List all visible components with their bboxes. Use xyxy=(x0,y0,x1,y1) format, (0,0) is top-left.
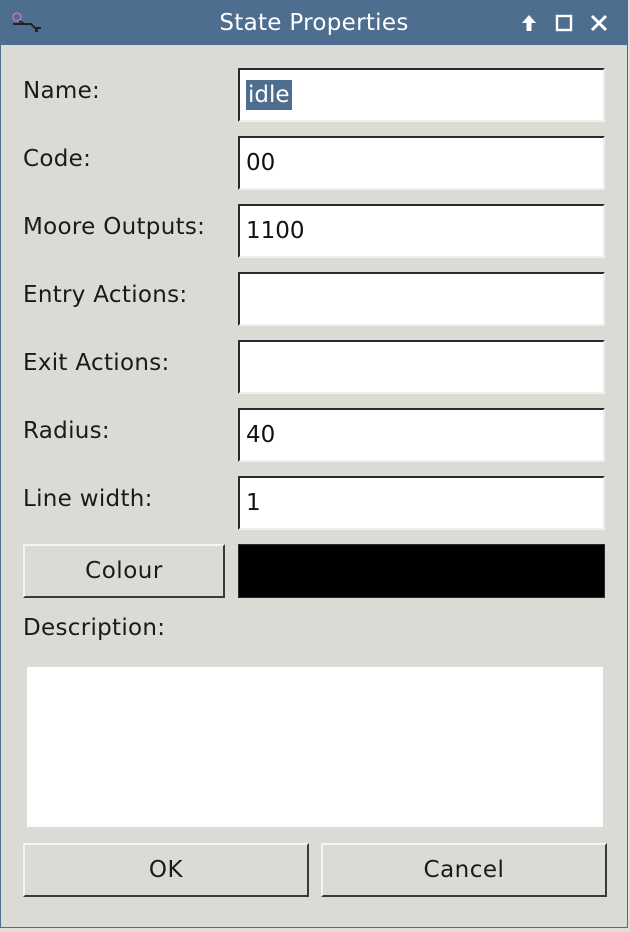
radius-field[interactable]: 40 xyxy=(238,408,605,462)
description-label: Description: xyxy=(23,615,166,641)
colour-button[interactable]: Colour xyxy=(23,544,225,598)
exit-actions-field[interactable] xyxy=(238,340,605,394)
moore-outputs-field[interactable]: 1100 xyxy=(238,204,605,258)
title-bar[interactable]: State Properties xyxy=(1,1,627,45)
maximize-icon[interactable] xyxy=(549,8,579,38)
up-arrow-icon[interactable] xyxy=(514,8,544,38)
state-properties-dialog: State Properties Name: idle Code: 00 Moo… xyxy=(0,0,628,928)
name-label: Name: xyxy=(23,78,101,104)
colour-swatch[interactable] xyxy=(238,544,605,598)
name-field[interactable]: idle xyxy=(238,68,605,122)
exit-actions-label: Exit Actions: xyxy=(23,350,170,376)
description-textarea[interactable] xyxy=(27,667,603,827)
line-width-field[interactable]: 1 xyxy=(238,476,605,530)
entry-actions-field[interactable] xyxy=(238,272,605,326)
cancel-button[interactable]: Cancel xyxy=(321,843,607,897)
entry-actions-label: Entry Actions: xyxy=(23,282,188,308)
name-field-value: idle xyxy=(246,80,292,110)
code-label: Code: xyxy=(23,146,92,172)
close-icon[interactable] xyxy=(584,8,614,38)
radius-label: Radius: xyxy=(23,418,110,444)
line-width-label: Line width: xyxy=(23,486,153,512)
code-field[interactable]: 00 xyxy=(238,136,605,190)
moore-outputs-label: Moore Outputs: xyxy=(23,214,206,240)
ok-button[interactable]: OK xyxy=(23,843,309,897)
